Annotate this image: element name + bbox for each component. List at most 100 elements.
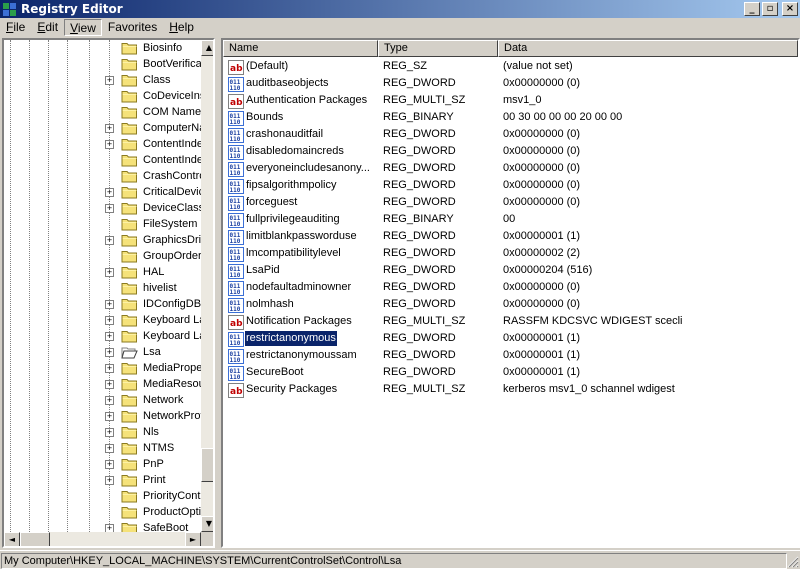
scroll-left-button[interactable]: ◄	[4, 532, 20, 546]
value-row[interactable]: 011 110 nodefaultadminowner REG_DWORD 0x0000…	[223, 280, 798, 297]
value-row[interactable]: 011 110 forceguest REG_DWORD 0x00000000 (0)	[223, 195, 798, 212]
scroll-up-button[interactable]: ▲	[201, 40, 213, 56]
expand-plus-icon[interactable]: +	[105, 444, 114, 453]
expand-plus-icon[interactable]: +	[105, 76, 114, 85]
value-row[interactable]: 011 110 disabledomaincreds REG_DWORD 0x00000…	[223, 144, 798, 161]
value-row[interactable]: 011 110 fipsalgorithmpolicy REG_DWORD 0x0000…	[223, 178, 798, 195]
menu-favorites[interactable]: Favorites	[102, 19, 163, 36]
tree-item[interactable]: CrashContro	[4, 169, 201, 185]
value-row[interactable]: 011 110 auditbaseobjects REG_DWORD 0x0000000…	[223, 76, 798, 93]
tree-item[interactable]: + Keyboard La	[4, 329, 201, 345]
expand-plus-icon[interactable]: +	[105, 524, 114, 532]
menu-help[interactable]: Help	[163, 19, 200, 36]
tree-item[interactable]: + CriticalDevic	[4, 185, 201, 201]
value-row[interactable]: ab Security Packages REG_MULTI_SZ kerberos …	[223, 382, 798, 399]
tree-item[interactable]: GroupOrderl	[4, 249, 201, 265]
tree-item[interactable]: + MediaResou	[4, 377, 201, 393]
expand-plus-icon[interactable]: +	[105, 300, 114, 309]
scroll-thumb[interactable]	[201, 448, 213, 482]
expand-plus-icon[interactable]: +	[105, 348, 114, 357]
resize-grip-icon[interactable]	[787, 556, 799, 568]
value-row[interactable]: 011 110 SecureBoot REG_DWORD 0x00000001 (1)	[223, 365, 798, 382]
expand-plus-icon[interactable]: +	[105, 316, 114, 325]
value-row[interactable]: 011 110 crashonauditfail REG_DWORD 0x0000000…	[223, 127, 798, 144]
expand-plus-icon[interactable]: +	[105, 380, 114, 389]
folder-icon	[121, 330, 138, 343]
value-row[interactable]: 011 110 lmcompatibilitylevel REG_DWORD 0x000…	[223, 246, 798, 263]
tree-item[interactable]: ContentInde	[4, 153, 201, 169]
tree-item[interactable]: + HAL	[4, 265, 201, 281]
expand-plus-icon[interactable]: +	[105, 332, 114, 341]
expand-plus-icon[interactable]: +	[105, 396, 114, 405]
tree-item[interactable]: hivelist	[4, 281, 201, 297]
maximize-button[interactable]: ▫	[762, 2, 778, 16]
tree-item-label: Keyboard La	[143, 314, 201, 326]
tree-item[interactable]: COM Name A	[4, 105, 201, 121]
column-header-type[interactable]: Type	[378, 40, 498, 57]
value-row[interactable]: 011 110 restrictanonymous REG_DWORD 0x000000…	[223, 330, 798, 348]
value-type: REG_MULTI_SZ	[383, 383, 466, 395]
tree-item[interactable]: CoDeviceInst	[4, 89, 201, 105]
column-header-data[interactable]: Data	[498, 40, 798, 57]
value-row[interactable]: 011 110 Bounds REG_BINARY 00 30 00 00 00 20 …	[223, 110, 798, 127]
menu-file[interactable]: File	[0, 19, 31, 36]
scroll-right-button[interactable]: ►	[185, 532, 201, 546]
value-row[interactable]: 011 110 restrictanonymoussam REG_DWORD 0x000…	[223, 348, 798, 365]
tree-item[interactable]: + DeviceClasse	[4, 201, 201, 217]
tree-vertical-scrollbar[interactable]: ▲ ▼	[201, 40, 213, 532]
tree-item[interactable]: + Class	[4, 73, 201, 89]
value-row[interactable]: ab (Default) REG_SZ (value not set)	[223, 59, 798, 76]
tree-item[interactable]: Biosinfo	[4, 41, 201, 57]
tree-item[interactable]: + SafeBoot	[4, 521, 201, 532]
tree-item[interactable]: + MediaProper	[4, 361, 201, 377]
tree-item[interactable]: + PnP	[4, 457, 201, 473]
value-data: 0x00000000 (0)	[503, 162, 581, 174]
expand-plus-icon[interactable]: +	[105, 364, 114, 373]
tree-item[interactable]: ProductOptio	[4, 505, 201, 521]
binary-value-icon: 011 110	[228, 196, 244, 211]
tree-horizontal-scrollbar[interactable]: ◄ ►	[4, 532, 201, 546]
value-row[interactable]: 011 110 nolmhash REG_DWORD 0x00000000 (0)	[223, 297, 798, 314]
scroll-down-button[interactable]: ▼	[201, 516, 213, 532]
tree-item[interactable]: + ContentInde	[4, 137, 201, 153]
value-row[interactable]: ab Authentication Packages REG_MULTI_SZ msv…	[223, 93, 798, 110]
tree-item[interactable]: + NetworkProv	[4, 409, 201, 425]
tree-item[interactable]: BootVerificat	[4, 57, 201, 73]
values-list-pane[interactable]: Name Type Data ab (Default) REG_SZ (value n…	[221, 38, 800, 548]
value-row[interactable]: 011 110 everyoneincludesanony... REG_DWORD 0…	[223, 161, 798, 178]
scroll-thumb[interactable]	[20, 532, 50, 546]
value-row[interactable]: ab Notification Packages REG_MULTI_SZ RASSF…	[223, 314, 798, 331]
value-row[interactable]: 011 110 fullprivilegeauditing REG_BINARY 00	[223, 212, 798, 229]
expand-plus-icon[interactable]: +	[105, 188, 114, 197]
menu-view[interactable]: View	[64, 19, 102, 36]
tree-item[interactable]: + ComputerNa	[4, 121, 201, 137]
expand-plus-icon[interactable]: +	[105, 268, 114, 277]
tree-item[interactable]: + NTMS	[4, 441, 201, 457]
folder-icon	[121, 42, 138, 55]
value-row[interactable]: 011 110 limitblankpassworduse REG_DWORD 0x00…	[223, 229, 798, 246]
expand-plus-icon[interactable]: +	[105, 460, 114, 469]
tree-item[interactable]: FileSystem	[4, 217, 201, 233]
expand-plus-icon[interactable]: +	[105, 412, 114, 421]
tree-item[interactable]: PriorityContr	[4, 489, 201, 505]
tree-item[interactable]: + IDConfigDB	[4, 297, 201, 313]
tree-item[interactable]: + GraphicsDriv	[4, 233, 201, 249]
expand-plus-icon[interactable]: +	[105, 476, 114, 485]
value-row[interactable]: 011 110 LsaPid REG_DWORD 0x00000204 (516)	[223, 263, 798, 280]
tree-item[interactable]: + Lsa	[4, 345, 201, 361]
column-header-name[interactable]: Name	[223, 40, 378, 57]
tree-item[interactable]: + Keyboard La	[4, 313, 201, 329]
expand-plus-icon[interactable]: +	[105, 428, 114, 437]
expand-plus-icon[interactable]: +	[105, 124, 114, 133]
menu-edit[interactable]: Edit	[31, 19, 64, 36]
folder-icon	[121, 106, 138, 119]
minimize-button[interactable]: _	[744, 2, 760, 16]
close-button[interactable]: ×	[782, 2, 798, 16]
expand-plus-icon[interactable]: +	[105, 204, 114, 213]
tree-item[interactable]: + Network	[4, 393, 201, 409]
tree-item[interactable]: + Print	[4, 473, 201, 489]
key-tree-pane[interactable]: Biosinfo BootVerificat + Class CoDeviceInst C…	[2, 38, 215, 548]
expand-plus-icon[interactable]: +	[105, 236, 114, 245]
expand-plus-icon[interactable]: +	[105, 140, 114, 149]
tree-item[interactable]: + Nls	[4, 425, 201, 441]
